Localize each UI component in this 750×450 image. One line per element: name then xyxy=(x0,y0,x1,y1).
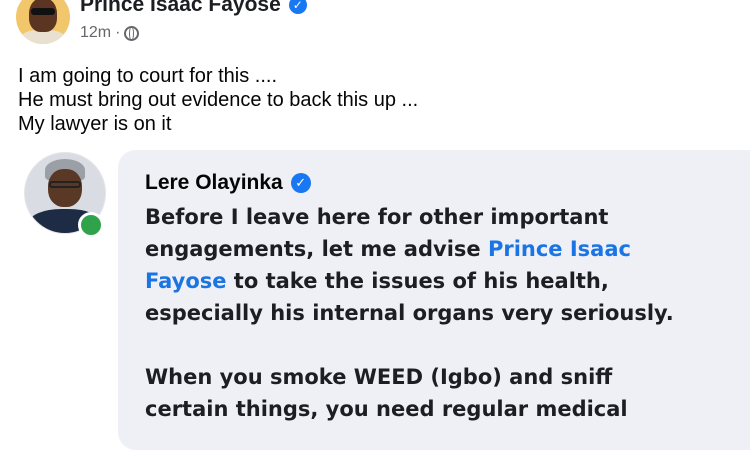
author-name[interactable]: Prince Isaac Fayose xyxy=(80,0,281,17)
author-avatar[interactable] xyxy=(16,0,70,44)
verified-badge-icon: ✓ xyxy=(288,0,307,14)
mention-link[interactable]: Fayose xyxy=(145,269,227,293)
author-row: Prince Isaac Fayose ✓ xyxy=(80,0,307,20)
post-line: He must bring out evidence to back this … xyxy=(18,89,419,111)
post-meta: 12m · xyxy=(80,24,140,42)
quote-text-segment: to take the issues of his health, xyxy=(226,269,609,293)
quote-line: Before I leave here for other important xyxy=(145,205,609,229)
post-text: I am going to court for this .... He mus… xyxy=(18,64,718,136)
quote-line: When you smoke WEED (Igbo) and sniff xyxy=(145,365,613,389)
post-line: I am going to court for this .... xyxy=(18,65,278,87)
globe-icon[interactable] xyxy=(124,25,140,41)
quote-line: engagements, let me advise Prince Isaac xyxy=(145,233,745,265)
quoted-author-row: Lere Olayinka ✓ xyxy=(145,171,311,195)
quote-text-segment: engagements, let me advise xyxy=(145,237,488,261)
online-status-icon xyxy=(78,212,104,238)
quote-line: certain things, you need regular medical xyxy=(145,397,628,421)
quote-line: especially his internal organs very seri… xyxy=(145,301,674,325)
meta-separator: · xyxy=(115,24,121,41)
quoted-author-name[interactable]: Lere Olayinka xyxy=(145,171,283,195)
verified-badge-icon: ✓ xyxy=(290,173,311,193)
post-time[interactable]: 12m xyxy=(80,24,111,42)
quoted-post-text: Before I leave here for other important … xyxy=(145,201,745,425)
post-line: My lawyer is on it xyxy=(18,113,172,135)
mention-link[interactable]: Prince Isaac xyxy=(488,237,631,261)
post-header: Prince Isaac Fayose ✓ 12m · xyxy=(14,0,734,54)
quote-line: Fayose to take the issues of his health, xyxy=(145,265,745,297)
